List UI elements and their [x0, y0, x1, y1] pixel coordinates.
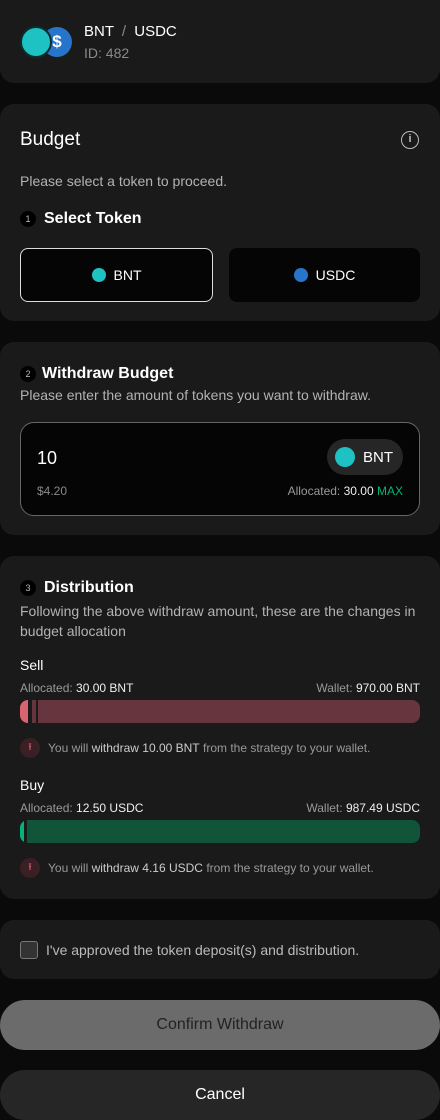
buy-note: ⭱ You will withdraw 4.16 USDC from the st… — [20, 858, 374, 878]
note-amount: withdraw 4.16 USDC — [91, 861, 203, 875]
wallet-label: Wallet: — [316, 681, 353, 695]
withdraw-arrow-icon: ⭱ — [20, 858, 40, 878]
buy-allocation-bar — [20, 820, 420, 843]
token-option-usdc[interactable]: USDC — [229, 248, 420, 302]
sell-label: Sell — [20, 657, 44, 673]
bar-divider — [36, 700, 38, 723]
cancel-button[interactable]: Cancel — [0, 1070, 440, 1120]
approval-checkbox[interactable] — [20, 940, 38, 959]
step-number: 3 — [20, 579, 36, 596]
confirm-withdraw-button[interactable]: Confirm Withdraw — [0, 1000, 440, 1050]
max-button[interactable]: MAX — [377, 484, 403, 498]
distribution-subtitle: Following the above withdraw amount, the… — [20, 603, 416, 639]
budget-title: Budget — [20, 129, 81, 150]
amount-input[interactable]: 10 — [37, 448, 57, 469]
note-text: from the strategy to your wallet. — [206, 861, 374, 875]
base-token: BNT — [84, 23, 114, 40]
usdc-icon — [293, 268, 308, 282]
sell-note: ⭱ You will withdraw 10.00 BNT from the st… — [20, 738, 370, 758]
distribution-title: Distribution — [44, 579, 134, 596]
budget-section: Budget i Please select a token to procee… — [0, 104, 440, 321]
usd-value: $4.20 — [37, 484, 68, 498]
note-text: You will — [48, 741, 89, 755]
withdraw-subtitle: Please enter the amount of tokens you wa… — [20, 387, 371, 403]
sell-allocated-fill — [20, 700, 28, 723]
allocated-label: Allocated: — [287, 484, 341, 498]
sell-allocated: 30.00 BNT — [76, 681, 134, 695]
allocated-label: Allocated: — [20, 801, 73, 815]
withdraw-arrow-icon: ⭱ — [20, 738, 40, 758]
distribution-section: 3 Distribution Following the above withdr… — [0, 556, 440, 899]
buy-allocated: 12.50 USDC — [76, 801, 144, 815]
note-text: You will — [48, 861, 89, 875]
withdraw-section: 2 Withdraw Budget Please enter the amount… — [0, 342, 440, 535]
token-label: BNT — [363, 448, 393, 466]
budget-subtitle: Please select a token to proceed. — [20, 173, 228, 189]
sell-wallet: 970.00 BNT — [355, 681, 420, 695]
sell-allocation-bar — [20, 700, 420, 723]
step-number: 2 — [20, 365, 36, 382]
select-token-title: Select Token — [44, 210, 142, 227]
bar-divider — [24, 820, 27, 843]
token-badge: BNT — [327, 439, 403, 475]
approval-label: I've approved the token deposit(s) and d… — [46, 941, 360, 958]
amount-input-box[interactable]: 10 BNT $4.20 Allocated: 30.00 MAX — [20, 422, 420, 516]
approval-row[interactable]: I've approved the token deposit(s) and d… — [0, 920, 440, 979]
allocated-label: Allocated: — [20, 681, 73, 695]
bnt-icon — [91, 268, 106, 282]
bnt-token-icon — [20, 26, 52, 58]
pair-header: $ BNT / USDC ID: 482 — [0, 0, 440, 83]
wallet-label: Wallet: — [306, 801, 343, 815]
note-amount: withdraw 10.00 BNT — [91, 741, 200, 755]
allocated-value: 30.00 — [343, 484, 374, 498]
note-text: from the strategy to your wallet. — [202, 741, 371, 755]
buy-label: Buy — [20, 777, 45, 793]
buy-wallet: 987.49 USDC — [345, 801, 420, 815]
token-option-bnt[interactable]: BNT — [20, 248, 213, 302]
info-icon[interactable]: i — [401, 131, 419, 149]
withdraw-title: Withdraw Budget — [42, 365, 174, 382]
bnt-icon — [335, 447, 355, 467]
pair-separator: / — [121, 23, 127, 40]
token-label: BNT — [113, 267, 142, 283]
token-label: USDC — [315, 267, 356, 283]
strategy-id: ID: 482 — [84, 45, 130, 61]
quote-token: USDC — [134, 23, 177, 40]
step-number: 1 — [20, 210, 36, 227]
